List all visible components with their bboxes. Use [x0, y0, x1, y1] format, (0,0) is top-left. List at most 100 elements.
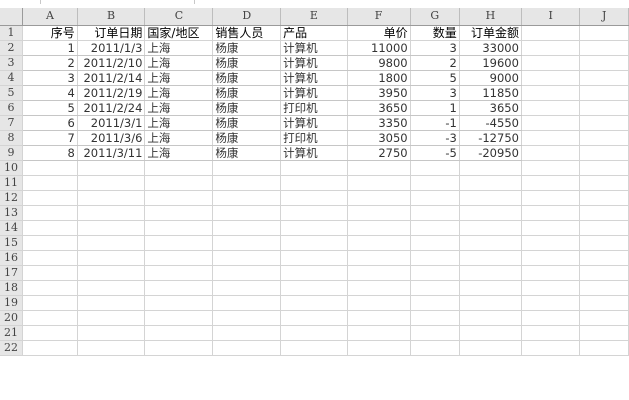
empty-cell[interactable]: [77, 160, 146, 176]
empty-cell[interactable]: [410, 325, 460, 341]
empty-cell[interactable]: [144, 265, 214, 281]
worksheet-grid[interactable]: A B C D E F G H I J 1 序号 订单日期 国家/地区 销售人员 产品 单价…: [0, 8, 629, 356]
empty-cell[interactable]: [521, 265, 581, 281]
empty-cell[interactable]: [212, 310, 282, 326]
empty-cell[interactable]: [347, 280, 411, 296]
empty-cell[interactable]: [77, 325, 146, 341]
table-header-cell[interactable]: 单价: [347, 25, 411, 41]
empty-cell[interactable]: [144, 160, 214, 176]
empty-cell[interactable]: [521, 250, 581, 266]
empty-cell[interactable]: [212, 160, 282, 176]
table-cell[interactable]: 上海: [144, 85, 214, 101]
empty-cell[interactable]: [77, 250, 146, 266]
empty-cell[interactable]: [579, 130, 629, 146]
table-cell[interactable]: 2011/3/11: [77, 145, 146, 161]
empty-cell[interactable]: [459, 310, 522, 326]
table-cell[interactable]: 2: [410, 55, 460, 71]
column-header[interactable]: D: [212, 8, 282, 26]
table-cell[interactable]: 19600: [459, 55, 522, 71]
empty-cell[interactable]: [410, 235, 460, 251]
empty-cell[interactable]: [212, 220, 282, 236]
empty-cell[interactable]: [280, 190, 348, 206]
empty-cell[interactable]: [521, 160, 581, 176]
empty-cell[interactable]: [521, 220, 581, 236]
empty-cell[interactable]: [521, 310, 581, 326]
table-cell[interactable]: 8: [22, 145, 78, 161]
empty-cell[interactable]: [459, 175, 522, 191]
empty-cell[interactable]: [347, 340, 411, 356]
table-cell[interactable]: 5: [410, 70, 460, 86]
empty-cell[interactable]: [280, 325, 348, 341]
empty-cell[interactable]: [579, 160, 629, 176]
empty-cell[interactable]: [579, 205, 629, 221]
table-cell[interactable]: 计算机: [280, 55, 348, 71]
table-cell[interactable]: -12750: [459, 130, 522, 146]
table-cell[interactable]: 上海: [144, 70, 214, 86]
empty-cell[interactable]: [579, 25, 629, 41]
empty-cell[interactable]: [280, 295, 348, 311]
empty-cell[interactable]: [280, 340, 348, 356]
empty-cell[interactable]: [280, 205, 348, 221]
empty-cell[interactable]: [347, 310, 411, 326]
empty-cell[interactable]: [521, 145, 581, 161]
empty-cell[interactable]: [280, 280, 348, 296]
column-header[interactable]: H: [459, 8, 522, 26]
table-cell[interactable]: 1: [410, 100, 460, 116]
empty-cell[interactable]: [347, 265, 411, 281]
table-cell[interactable]: 杨康: [212, 55, 282, 71]
table-cell[interactable]: 上海: [144, 145, 214, 161]
table-cell[interactable]: 7: [22, 130, 78, 146]
empty-cell[interactable]: [212, 325, 282, 341]
table-header-cell[interactable]: 序号: [22, 25, 78, 41]
table-cell[interactable]: 9000: [459, 70, 522, 86]
empty-cell[interactable]: [459, 205, 522, 221]
empty-cell[interactable]: [280, 310, 348, 326]
table-cell[interactable]: 打印机: [280, 100, 348, 116]
table-cell[interactable]: 6: [22, 115, 78, 131]
row-header[interactable]: 19: [0, 295, 24, 311]
table-header-cell[interactable]: 销售人员: [212, 25, 282, 41]
empty-cell[interactable]: [22, 295, 78, 311]
empty-cell[interactable]: [347, 190, 411, 206]
row-header[interactable]: 21: [0, 325, 24, 341]
table-cell[interactable]: -1: [410, 115, 460, 131]
empty-cell[interactable]: [459, 160, 522, 176]
empty-cell[interactable]: [22, 160, 78, 176]
empty-cell[interactable]: [347, 295, 411, 311]
table-cell[interactable]: 计算机: [280, 115, 348, 131]
table-cell[interactable]: -3: [410, 130, 460, 146]
empty-cell[interactable]: [22, 340, 78, 356]
empty-cell[interactable]: [77, 280, 146, 296]
empty-cell[interactable]: [521, 100, 581, 116]
row-header[interactable]: 4: [0, 70, 24, 86]
empty-cell[interactable]: [77, 310, 146, 326]
empty-cell[interactable]: [212, 340, 282, 356]
table-header-cell[interactable]: 订单日期: [77, 25, 146, 41]
table-cell[interactable]: 杨康: [212, 130, 282, 146]
table-cell[interactable]: 2011/2/10: [77, 55, 146, 71]
empty-cell[interactable]: [459, 295, 522, 311]
empty-cell[interactable]: [280, 220, 348, 236]
table-cell[interactable]: 上海: [144, 115, 214, 131]
table-cell[interactable]: -5: [410, 145, 460, 161]
table-cell[interactable]: 3: [22, 70, 78, 86]
table-cell[interactable]: 11850: [459, 85, 522, 101]
row-header[interactable]: 20: [0, 310, 24, 326]
column-header[interactable]: J: [579, 8, 629, 26]
table-cell[interactable]: 杨康: [212, 115, 282, 131]
empty-cell[interactable]: [521, 190, 581, 206]
row-header[interactable]: 5: [0, 85, 24, 101]
row-header[interactable]: 10: [0, 160, 24, 176]
empty-cell[interactable]: [459, 340, 522, 356]
empty-cell[interactable]: [521, 25, 581, 41]
table-cell[interactable]: 3950: [347, 85, 411, 101]
empty-cell[interactable]: [521, 40, 581, 56]
empty-cell[interactable]: [410, 175, 460, 191]
empty-cell[interactable]: [212, 205, 282, 221]
empty-cell[interactable]: [77, 205, 146, 221]
empty-cell[interactable]: [347, 160, 411, 176]
table-cell[interactable]: 4: [22, 85, 78, 101]
table-header-cell[interactable]: 数量: [410, 25, 460, 41]
empty-cell[interactable]: [144, 220, 214, 236]
empty-cell[interactable]: [22, 235, 78, 251]
